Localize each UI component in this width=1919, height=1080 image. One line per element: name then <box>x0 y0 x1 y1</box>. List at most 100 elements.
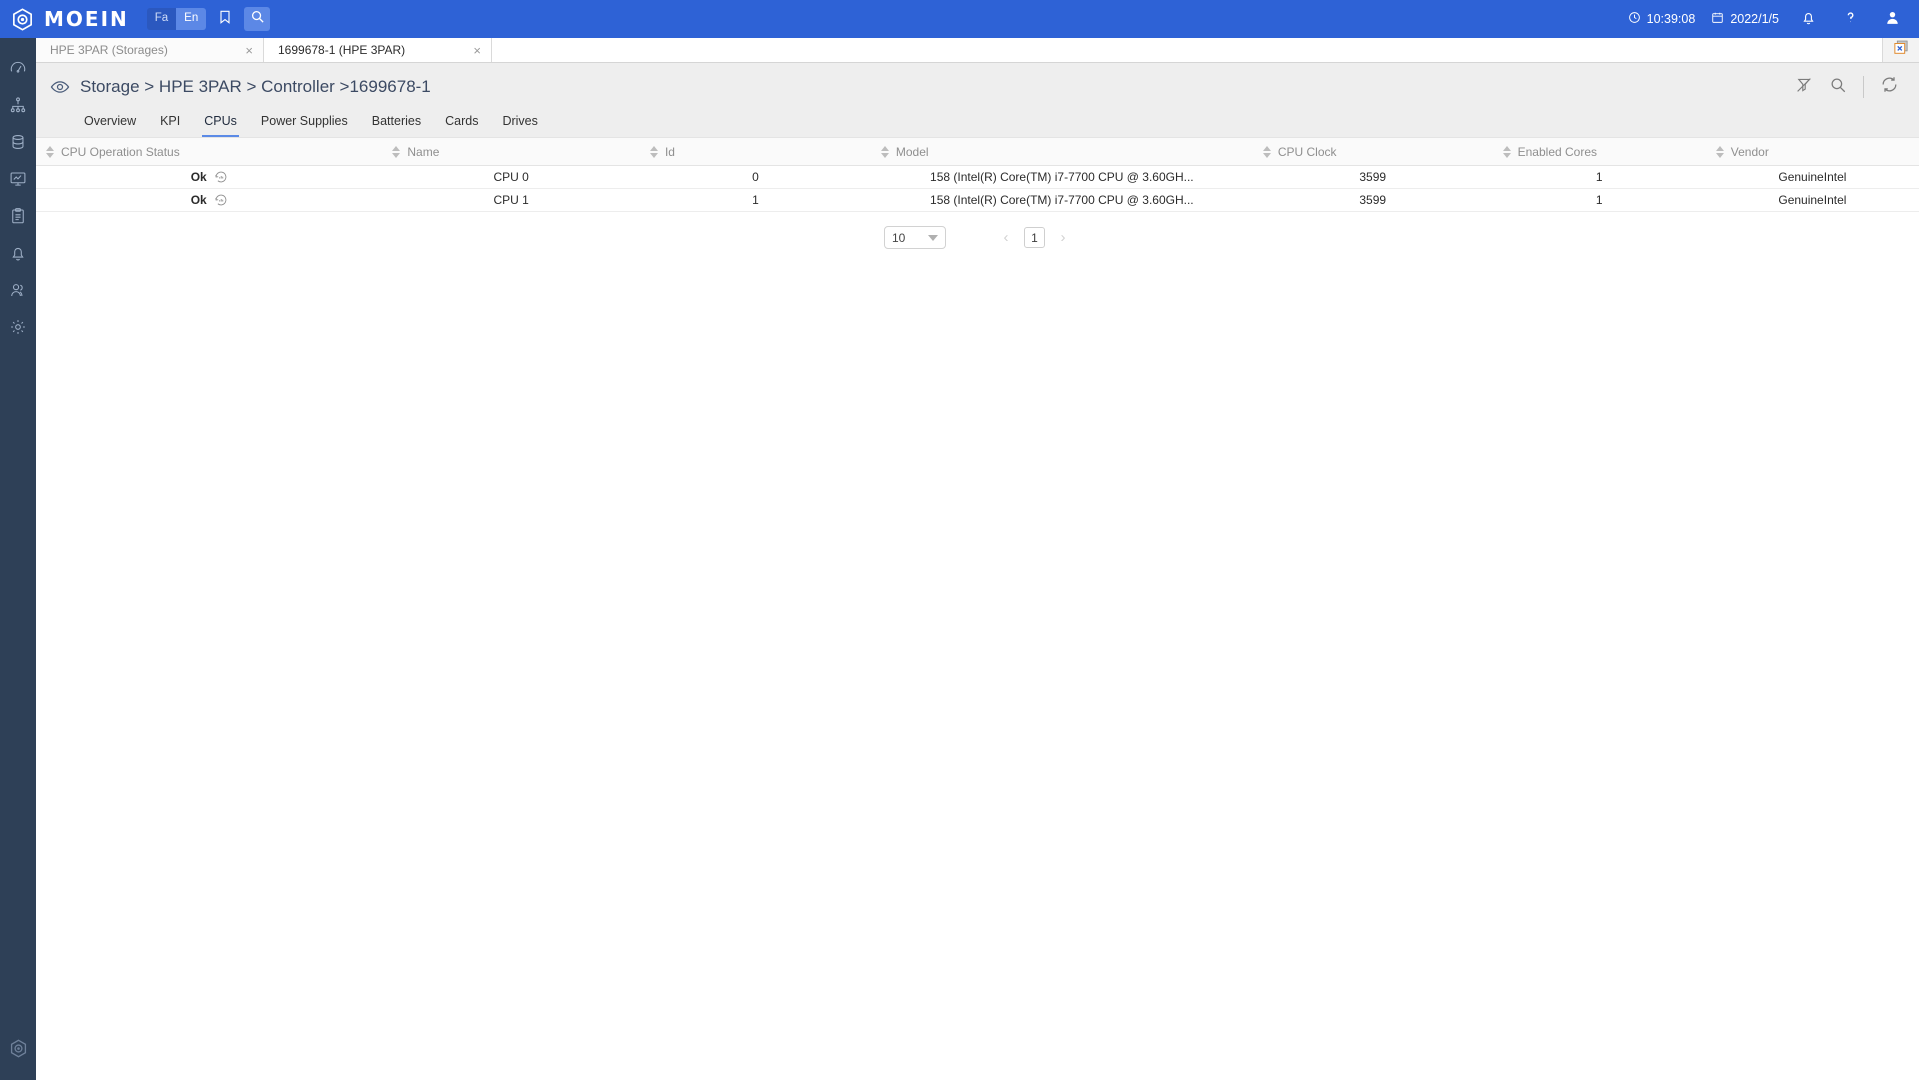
view-tab-storages[interactable]: HPE 3PAR (Storages) × <box>36 38 264 62</box>
cell-status: Ok <box>36 165 383 189</box>
sort-toggle[interactable] <box>1715 145 1724 158</box>
sidebar-item-users[interactable] <box>0 274 36 311</box>
cell-name: CPU 0 <box>382 165 640 189</box>
tab-kpi[interactable]: KPI <box>158 111 182 137</box>
gauge-icon <box>9 59 27 82</box>
breadcrumb: Storage > HPE 3PAR > Controller >1699678… <box>80 77 431 96</box>
cpus-table-zone: CPU Operation Status Name Id Model CPU C… <box>36 137 1919 1080</box>
chart-history-icon[interactable] <box>214 170 228 184</box>
topbar-actions: Fa En <box>146 7 271 31</box>
table-row[interactable]: Ok CPU 0 0 158 (Intel(R) Core(TM) i7-770… <box>36 165 1919 189</box>
page-size-select[interactable]: 10 <box>884 226 946 249</box>
prev-page-button[interactable]: ‹ <box>998 229 1014 246</box>
current-time: 10:39:08 <box>1646 12 1696 26</box>
column-label: Name <box>407 144 440 159</box>
page-header-actions <box>1795 75 1899 99</box>
hexagon-logo-icon <box>8 1038 29 1064</box>
cell-id: 0 <box>639 165 871 189</box>
language-toggle[interactable]: Fa En <box>146 8 207 30</box>
status-badge: Ok <box>190 170 207 184</box>
sidebar-item-dashboard[interactable] <box>0 52 36 89</box>
column-header-cpu-clock[interactable]: CPU Clock <box>1252 137 1493 166</box>
search-button[interactable] <box>1829 76 1847 99</box>
close-all-tabs-button[interactable] <box>1883 38 1919 62</box>
date-display: 2022/1/5 <box>1711 11 1779 27</box>
bookmark-icon <box>217 9 233 30</box>
breadcrumb-row: Storage > HPE 3PAR > Controller >1699678… <box>50 75 1899 99</box>
global-search-button[interactable] <box>244 7 271 31</box>
top-bar: MOEIN Fa En 10:39:08 2022/1/5 <box>0 0 1919 38</box>
column-header-vendor[interactable]: Vendor <box>1705 137 1919 166</box>
clipboard-icon <box>9 207 27 230</box>
refresh-icon <box>1880 75 1899 99</box>
close-icon[interactable]: × <box>473 44 481 57</box>
chevron-down-icon <box>928 234 938 241</box>
sort-toggle[interactable] <box>880 145 889 158</box>
notifications-button[interactable] <box>1795 7 1821 31</box>
column-label: CPU Operation Status <box>61 144 180 159</box>
column-header-name[interactable]: Name <box>382 137 640 166</box>
sidebar-footer-logo <box>0 1030 36 1072</box>
column-header-id[interactable]: Id <box>639 137 871 166</box>
pagination: 10 ‹ 1 › <box>36 212 1919 249</box>
sidebar-item-monitoring[interactable] <box>0 163 36 200</box>
sidebar-item-storage[interactable] <box>0 126 36 163</box>
empty-content-area <box>36 249 1919 1080</box>
hexagon-logo-icon <box>10 7 35 32</box>
filter-off-icon <box>1795 76 1813 99</box>
view-tab-label: 1699678-1 (HPE 3PAR) <box>278 43 406 57</box>
view-tab-controller[interactable]: 1699678-1 (HPE 3PAR) × <box>264 38 492 62</box>
tab-cpus[interactable]: CPUs <box>202 111 239 137</box>
topbar-right: 10:39:08 2022/1/5 <box>1628 7 1905 31</box>
view-tabstrip: HPE 3PAR (Storages) × 1699678-1 (HPE 3PA… <box>36 38 1919 63</box>
sort-toggle[interactable] <box>392 145 401 158</box>
view-tab-label: HPE 3PAR (Storages) <box>50 43 168 57</box>
sort-toggle[interactable] <box>1502 145 1511 158</box>
tab-drives[interactable]: Drives <box>500 111 539 137</box>
status-badge: Ok <box>190 193 207 207</box>
bell-icon <box>1800 9 1817 29</box>
clock-display: 10:39:08 <box>1628 11 1696 27</box>
brand: MOEIN <box>10 7 129 32</box>
sort-toggle[interactable] <box>1262 145 1271 158</box>
sidebar-item-reports[interactable] <box>0 200 36 237</box>
tab-cards[interactable]: Cards <box>443 111 480 137</box>
page-number-1[interactable]: 1 <box>1024 227 1045 248</box>
profile-button[interactable] <box>1879 7 1905 31</box>
sort-toggle[interactable] <box>649 145 658 158</box>
tab-overview[interactable]: Overview <box>82 111 138 137</box>
tab-batteries[interactable]: Batteries <box>370 111 423 137</box>
close-icon[interactable]: × <box>245 44 253 57</box>
sidebar-item-alerts[interactable] <box>0 237 36 274</box>
column-header-cpu-operation-status[interactable]: CPU Operation Status <box>36 137 383 166</box>
column-label: Vendor <box>1730 144 1769 159</box>
chart-history-icon[interactable] <box>214 193 228 207</box>
clear-filter-button[interactable] <box>1795 76 1813 99</box>
user-avatar-icon <box>1884 9 1901 29</box>
help-button[interactable] <box>1837 7 1863 31</box>
sidebar-item-settings[interactable] <box>0 311 36 348</box>
next-page-button[interactable]: › <box>1055 229 1071 246</box>
sort-toggle[interactable] <box>46 145 54 158</box>
clock-icon <box>1628 11 1641 27</box>
hierarchy-icon <box>9 96 27 119</box>
lang-fa-button[interactable]: Fa <box>146 8 177 30</box>
cell-vendor: GenuineIntel <box>1705 188 1919 212</box>
cell-name: CPU 1 <box>382 188 640 212</box>
cell-vendor: GenuineIntel <box>1705 165 1919 189</box>
refresh-button[interactable] <box>1880 75 1899 99</box>
table-header-row: CPU Operation Status Name Id Model CPU C… <box>36 137 1919 166</box>
cell-status: Ok <box>36 188 383 212</box>
column-header-model[interactable]: Model <box>870 137 1253 166</box>
lang-en-button[interactable]: En <box>176 8 207 30</box>
tab-power-supplies[interactable]: Power Supplies <box>259 111 350 137</box>
bookmark-button[interactable] <box>212 7 238 31</box>
column-header-enabled-cores[interactable]: Enabled Cores <box>1492 137 1706 166</box>
database-icon <box>9 133 27 156</box>
sidebar-item-topology[interactable] <box>0 89 36 126</box>
table-row[interactable]: Ok CPU 1 1 158 (Intel(R) Core(TM) i7-770… <box>36 188 1919 212</box>
header-divider <box>1863 76 1864 98</box>
cell-cpu-clock: 3599 <box>1252 188 1493 212</box>
close-all-windows-icon <box>1892 39 1910 62</box>
current-date: 2022/1/5 <box>1730 12 1779 26</box>
